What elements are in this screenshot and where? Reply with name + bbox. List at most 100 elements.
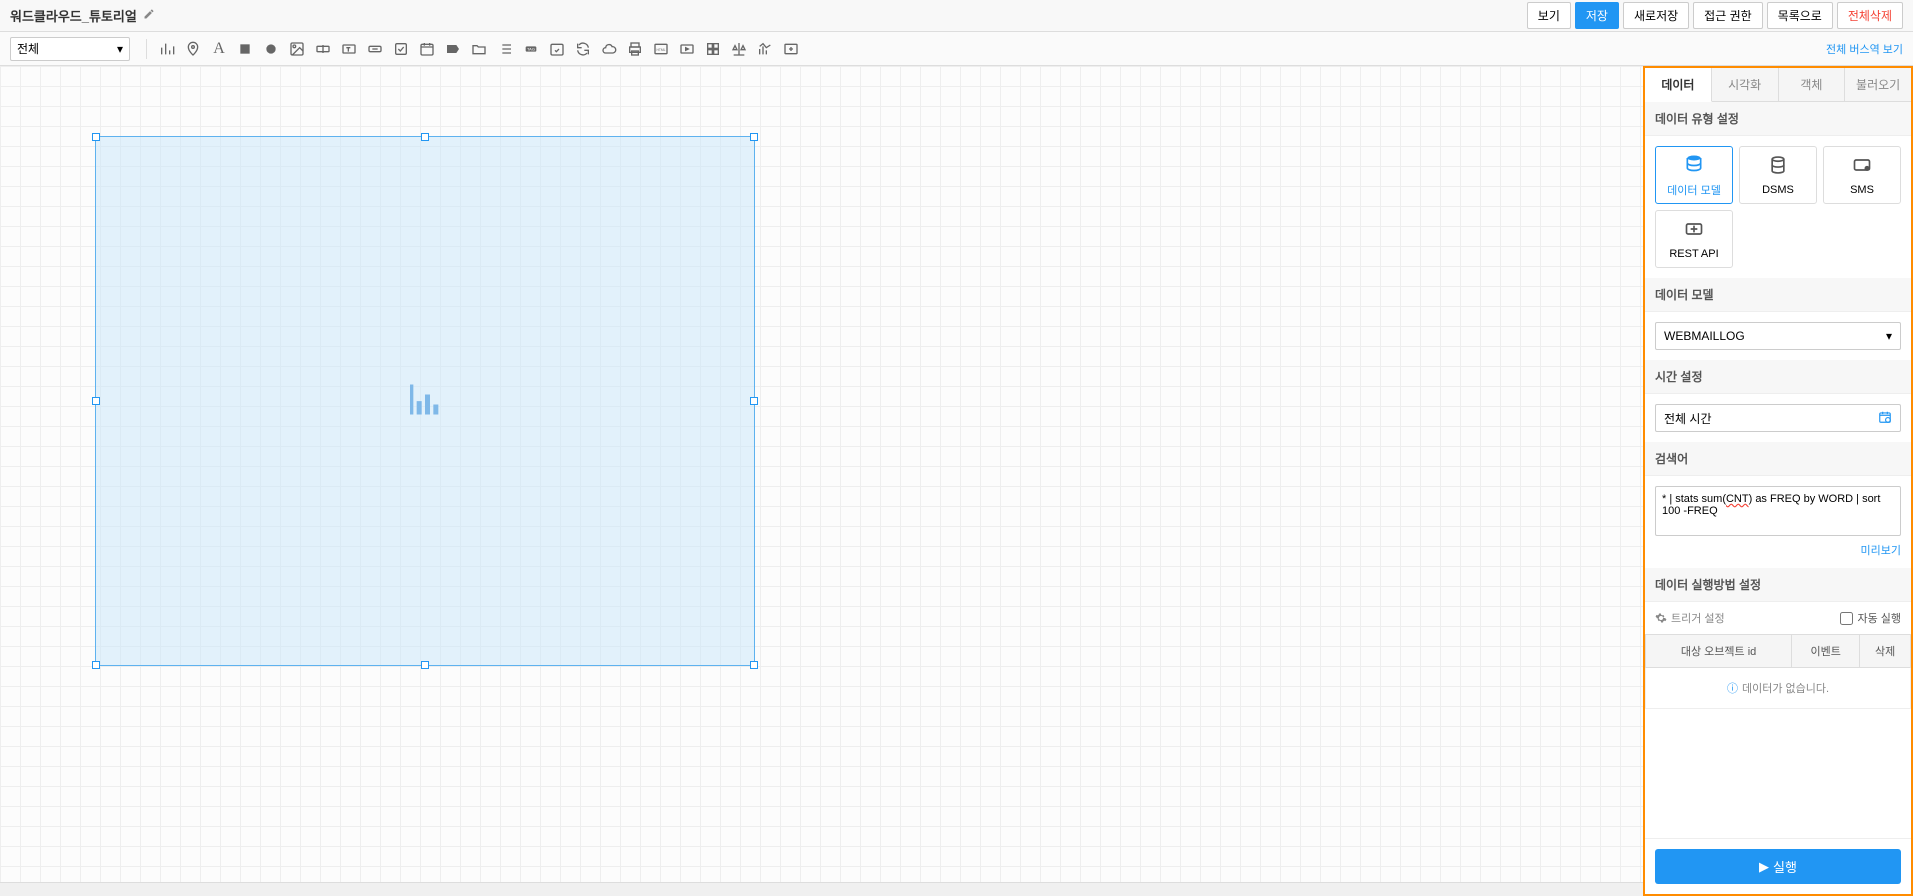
auto-exec-checkbox[interactable] [1840,612,1853,625]
svg-text:HTML: HTML [656,48,665,52]
type-grid: 데이터 모델 DSMS SMS REST API [1655,146,1901,268]
input-icon[interactable] [311,37,335,61]
auto-exec-toggle[interactable]: 자동 실행 [1840,610,1901,626]
button-icon[interactable] [363,37,387,61]
type-label: SMS [1850,184,1874,196]
page-title: 워드클라우드_튜토리얼 [10,6,137,25]
date-check-icon[interactable] [545,37,569,61]
resize-handle-ml[interactable] [92,397,100,405]
sms-icon [1852,155,1872,180]
calendar-icon[interactable] [415,37,439,61]
textbox-icon[interactable] [337,37,361,61]
header-left: 워드클라우드_튜토리얼 [10,6,155,25]
section-time-title: 시간 설정 [1645,360,1911,394]
tab-visual[interactable]: 시각화 [1712,68,1779,101]
chart-widget[interactable] [95,136,755,666]
run-button[interactable]: ▶ 실행 [1655,849,1901,884]
list-button[interactable]: 목록으로 [1767,2,1833,29]
canvas-scrollbar[interactable] [0,882,1643,896]
balance-icon[interactable] [727,37,751,61]
html-icon[interactable]: HTML [649,37,673,61]
folder-icon[interactable] [467,37,491,61]
tab-data[interactable]: 데이터 [1645,68,1712,102]
list-icon[interactable] [493,37,517,61]
canvas[interactable] [0,66,1643,896]
header-bar: 워드클라우드_튜토리얼 보기 저장 새로저장 접근 권한 목록으로 전체삭제 [0,0,1913,32]
type-card-rest[interactable]: REST API [1655,210,1733,268]
data-model-icon [1684,153,1704,178]
query-section: * | stats sum(CNT) as FREQ by WORD | sor… [1645,476,1911,568]
resize-handle-mr[interactable] [750,397,758,405]
circle-icon[interactable] [259,37,283,61]
square-icon[interactable] [233,37,257,61]
type-label: DSMS [1762,184,1794,196]
section-model-title: 데이터 모델 [1645,278,1911,312]
toolbar-divider [146,39,147,59]
info-icon: ⓘ [1727,683,1738,695]
type-card-sms[interactable]: SMS [1823,146,1901,204]
type-label: REST API [1669,248,1718,260]
col-delete: 삭제 [1860,635,1911,668]
view-button[interactable]: 보기 [1527,2,1571,29]
save-as-button[interactable]: 새로저장 [1623,2,1689,29]
svg-text:TAG: TAG [527,46,535,51]
add-panel-icon[interactable] [779,37,803,61]
col-object-id: 대상 오브젝트 id [1646,635,1792,668]
cloud-icon[interactable] [597,37,621,61]
type-card-model[interactable]: 데이터 모델 [1655,146,1733,204]
chevron-down-icon: ▾ [117,42,123,56]
resize-handle-bm[interactable] [421,661,429,669]
resize-handle-bl[interactable] [92,661,100,669]
mixed-chart-icon[interactable] [753,37,777,61]
map-pin-icon[interactable] [181,37,205,61]
chevron-down-icon: ▾ [1886,329,1892,343]
resize-handle-br[interactable] [750,661,758,669]
preview-link[interactable]: 미리보기 [1655,542,1901,558]
resize-handle-tl[interactable] [92,133,100,141]
model-select[interactable]: WEBMAILLOG ▾ [1655,322,1901,350]
resize-handle-tr[interactable] [750,133,758,141]
resize-handle-tm[interactable] [421,133,429,141]
calendar-icon [1878,410,1892,427]
panel-footer: ▶ 실행 [1645,838,1911,894]
tab-import[interactable]: 불러오기 [1845,68,1911,101]
grid-icon[interactable] [701,37,725,61]
type-label: 데이터 모델 [1667,182,1721,198]
image-icon[interactable] [285,37,309,61]
type-card-dsms[interactable]: DSMS [1739,146,1817,204]
bar-chart-icon[interactable] [155,37,179,61]
trigger-row: 트리거 설정 자동 실행 [1645,602,1911,634]
section-type-title: 데이터 유형 설정 [1645,102,1911,136]
gear-icon [1655,612,1667,624]
checkbox-icon[interactable] [389,37,413,61]
edit-title-icon[interactable] [143,8,155,23]
delete-all-button[interactable]: 전체삭제 [1837,2,1903,29]
chart-placeholder-icon [405,380,445,423]
toolbar: 전체 ▾ A TAG HTML 전체 버스역 보기 [0,32,1913,66]
tag-icon[interactable]: TAG [519,37,543,61]
save-button[interactable]: 저장 [1575,2,1619,29]
section-exec-title: 데이터 실행방법 설정 [1645,568,1911,602]
panel-tabs: 데이터 시각화 객체 불러오기 [1645,68,1911,102]
label-icon[interactable] [441,37,465,61]
slide-icon[interactable] [675,37,699,61]
time-select-value: 전체 시간 [1664,410,1712,427]
exec-table: 대상 오브젝트 id 이벤트 삭제 ⓘ데이터가 없습니다. [1645,634,1911,709]
text-icon[interactable]: A [207,37,231,61]
model-select-value: WEBMAILLOG [1664,329,1745,343]
print-icon[interactable] [623,37,647,61]
refresh-icon[interactable] [571,37,595,61]
time-select[interactable]: 전체 시간 [1655,404,1901,432]
access-button[interactable]: 접근 권한 [1693,2,1763,29]
trigger-settings[interactable]: 트리거 설정 [1655,610,1725,626]
table-row-empty: ⓘ데이터가 없습니다. [1646,668,1911,709]
type-grid-container: 데이터 모델 DSMS SMS REST API [1645,136,1911,278]
section-query-title: 검색어 [1645,442,1911,476]
tab-object[interactable]: 객체 [1779,68,1846,101]
layer-select-label: 전체 [17,40,39,57]
version-link[interactable]: 전체 버스역 보기 [1826,41,1903,57]
layer-select[interactable]: 전체 ▾ [10,37,130,61]
play-icon: ▶ [1759,859,1769,875]
col-event: 이벤트 [1792,635,1860,668]
query-input[interactable]: * | stats sum(CNT) as FREQ by WORD | sor… [1655,486,1901,536]
